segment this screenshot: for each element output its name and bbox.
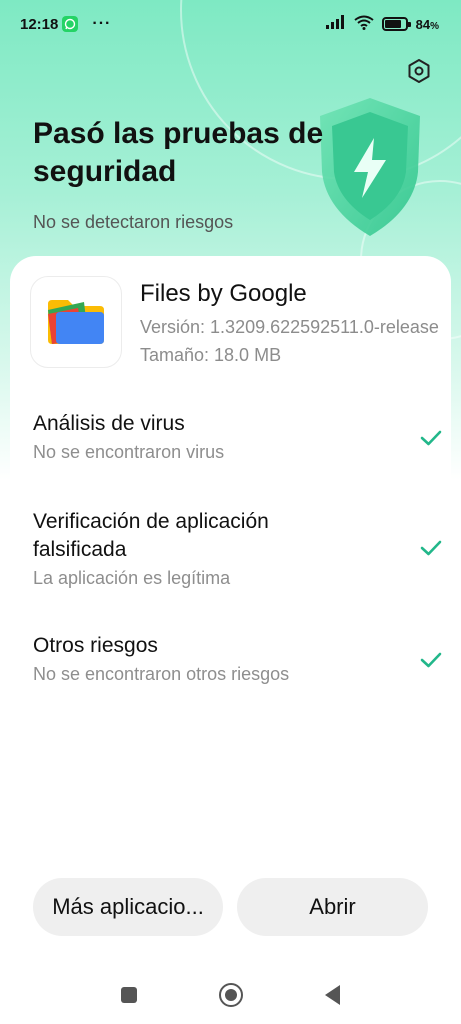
check-title: Verificación de aplicación falsificada: [33, 510, 269, 561]
files-app-icon: [48, 300, 104, 344]
battery-level-fill: [384, 20, 402, 28]
check-item-fake-app: Verificación de aplicación falsificada L…: [33, 508, 443, 589]
settings-button[interactable]: [404, 56, 434, 86]
more-apps-button[interactable]: Más aplicacio...: [33, 878, 223, 936]
app-version: Versión: 1.3209.622592511.0-release: [140, 317, 439, 337]
battery-icon: [381, 17, 411, 31]
check-title: Análisis de virus: [33, 412, 185, 435]
open-button[interactable]: Abrir: [237, 878, 428, 936]
status-bar: 12:18 ··· 84%: [0, 0, 461, 48]
check-item-other-risks: Otros riesgos No se encontraron otros ri…: [33, 632, 443, 685]
app-name: Files by Google: [140, 280, 307, 307]
app-size: Tamaño: 18.0 MB: [140, 345, 282, 365]
check-icon: [420, 652, 442, 668]
battery-percent: 84%: [415, 16, 439, 32]
check-item-virus: Análisis de virus No se encontraron viru…: [33, 410, 443, 463]
settings-icon: [408, 59, 430, 83]
signal-icon: [325, 15, 346, 33]
status-time: 12:18: [20, 15, 59, 33]
more-notifications-icon: ···: [92, 15, 112, 32]
check-subtitle: No se encontraron otros riesgos: [33, 664, 290, 684]
whatsapp-notification-icon: [62, 16, 79, 32]
wifi-icon: [354, 15, 374, 34]
check-subtitle: No se encontraron virus: [33, 442, 225, 462]
result-card: Files by Google Versión: 1.3209.62259251…: [10, 256, 451, 876]
recents-icon[interactable]: [121, 987, 137, 1003]
home-icon[interactable]: [219, 983, 243, 1007]
page-title: Pasó las pruebas de seguridad: [33, 117, 324, 188]
check-icon: [420, 430, 442, 446]
page-subtitle: No se detectaron riesgos: [33, 212, 234, 232]
app-icon: [30, 276, 122, 368]
system-nav-bar: [0, 970, 461, 1020]
check-subtitle: La aplicación es legítima: [33, 568, 231, 588]
back-icon[interactable]: [325, 985, 340, 1005]
check-icon: [420, 540, 442, 556]
check-title: Otros riesgos: [33, 634, 158, 657]
